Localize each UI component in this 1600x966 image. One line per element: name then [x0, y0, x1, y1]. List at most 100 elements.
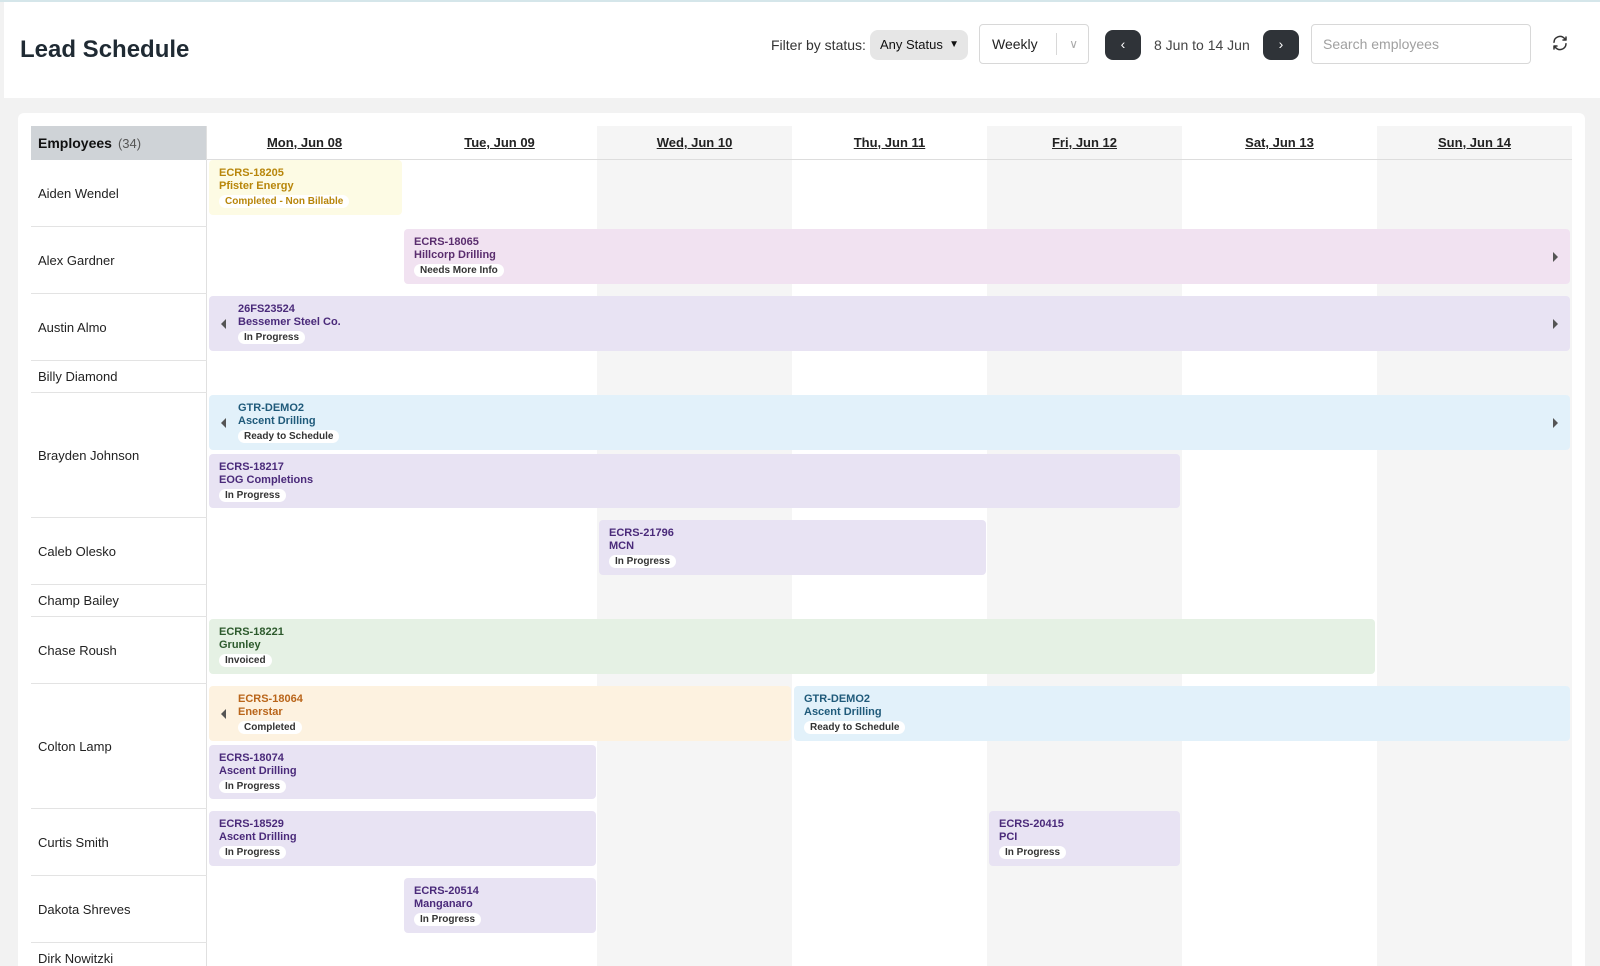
job-client: Ascent Drilling: [238, 415, 316, 427]
next-week-button[interactable]: ›: [1263, 30, 1299, 60]
employee-row: Dakota Shreves: [31, 876, 207, 943]
status-filter-value: Any Status: [880, 37, 943, 52]
select-divider: [1056, 33, 1057, 55]
previous-week-button[interactable]: ‹: [1105, 30, 1141, 60]
job-bar[interactable]: ECRS-18221 Grunley Invoiced: [209, 619, 1375, 674]
employee-name: Aiden Wendel: [38, 185, 119, 201]
job-bar[interactable]: 26FS23524 Bessemer Steel Co. In Progress: [209, 296, 1570, 351]
employee-name: Billy Diamond: [38, 369, 118, 384]
job-status-badge: Ready to Schedule: [804, 721, 906, 734]
job-status-badge: Completed: [238, 721, 302, 734]
job-id: ECRS-21796: [609, 527, 674, 539]
employees-header-label: Employees: [38, 135, 112, 151]
employee-row: Aiden Wendel: [31, 160, 207, 227]
job-bar[interactable]: ECRS-18217 EOG Completions In Progress: [209, 454, 1180, 508]
continues-right-icon[interactable]: [1553, 251, 1558, 262]
job-id: ECRS-18221: [219, 626, 284, 638]
job-status-badge: Ready to Schedule: [238, 430, 340, 443]
job-status-badge: In Progress: [219, 846, 287, 859]
job-id: ECRS-18065: [414, 236, 479, 248]
chevron-down-icon: ∨: [1069, 37, 1078, 51]
employee-row: Champ Bailey: [31, 585, 207, 617]
status-filter-dropdown[interactable]: Any Status ▼: [870, 30, 968, 60]
job-bar[interactable]: ECRS-21796 MCN In Progress: [599, 520, 986, 575]
job-status-badge: Invoiced: [219, 654, 272, 667]
employee-row: Colton Lamp: [31, 684, 207, 809]
job-status-badge: In Progress: [238, 331, 306, 344]
view-mode-select[interactable]: Weekly ∨: [979, 24, 1089, 64]
chevron-down-icon: ▼: [949, 39, 959, 50]
job-id: ECRS-18529: [219, 818, 284, 830]
employee-row: Billy Diamond: [31, 361, 207, 393]
employee-name: Alex Gardner: [38, 252, 115, 268]
job-bar[interactable]: ECRS-18529 Ascent Drilling In Progress: [209, 811, 596, 866]
employee-name: Champ Bailey: [38, 593, 119, 608]
status-filter-label: Filter by status:: [771, 37, 866, 53]
continues-right-icon[interactable]: [1553, 417, 1558, 428]
continues-right-icon[interactable]: [1553, 318, 1558, 329]
employee-name: Dakota Shreves: [38, 901, 131, 917]
chevron-right-icon: ›: [1278, 36, 1284, 52]
job-status-badge: In Progress: [999, 846, 1067, 859]
job-bar[interactable]: ECRS-18205 Pfister Energy Completed - No…: [209, 160, 402, 215]
day-header-wed[interactable]: Wed, Jun 10: [597, 126, 792, 160]
date-range-label: 8 Jun to 14 Jun: [1154, 37, 1250, 53]
job-status-badge: In Progress: [219, 780, 287, 793]
day-header-thu[interactable]: Thu, Jun 11: [792, 126, 987, 160]
employee-row: Brayden Johnson: [31, 393, 207, 518]
employee-name: Colton Lamp: [38, 738, 112, 754]
day-header-mon[interactable]: Mon, Jun 08: [207, 126, 402, 160]
job-id: ECRS-18064: [238, 693, 303, 705]
day-header-tue[interactable]: Tue, Jun 09: [402, 126, 597, 160]
employee-row: Chase Roush: [31, 617, 207, 684]
job-bar[interactable]: GTR-DEMO2 Ascent Drilling Ready to Sched…: [794, 686, 1570, 741]
job-status-badge: In Progress: [609, 555, 677, 568]
employee-row: Dirk Nowitzki: [31, 943, 207, 966]
refresh-icon[interactable]: [1551, 34, 1569, 52]
job-id: ECRS-20514: [414, 885, 479, 897]
employee-row: Curtis Smith: [31, 809, 207, 876]
employees-column-header: Employees (34): [31, 126, 207, 160]
continues-left-icon[interactable]: [221, 708, 226, 719]
job-client: PCI: [999, 831, 1018, 843]
continues-left-icon[interactable]: [221, 318, 226, 329]
job-bar[interactable]: ECRS-18064 Enerstar Completed: [209, 686, 791, 741]
job-id: ECRS-18205: [219, 167, 284, 179]
page-header: Lead Schedule Filter by status: Any Stat…: [4, 2, 1600, 98]
employee-name: Dirk Nowitzki: [38, 951, 114, 966]
job-client: Grunley: [219, 639, 261, 651]
job-bar[interactable]: ECRS-20514 Manganaro In Progress: [404, 878, 596, 933]
employees-count: (34): [117, 136, 142, 151]
job-client: Ascent Drilling: [219, 765, 297, 777]
job-id: GTR-DEMO2: [238, 402, 304, 414]
job-id: 26FS23524: [238, 303, 295, 315]
job-status-badge: Completed - Non Billable: [219, 195, 350, 208]
day-header-sat[interactable]: Sat, Jun 13: [1182, 126, 1377, 160]
job-client: EOG Completions: [219, 474, 314, 486]
job-bar[interactable]: ECRS-20415 PCI In Progress: [989, 811, 1180, 866]
job-id: ECRS-18217: [219, 461, 284, 473]
job-client: Bessemer Steel Co.: [238, 316, 341, 328]
job-status-badge: Needs More Info: [414, 264, 504, 277]
job-id: GTR-DEMO2: [804, 693, 870, 705]
day-header-fri[interactable]: Fri, Jun 12: [987, 126, 1182, 160]
employee-name: Austin Almo: [38, 319, 107, 335]
employee-name: Brayden Johnson: [38, 447, 140, 463]
job-bar[interactable]: GTR-DEMO2 Ascent Drilling Ready to Sched…: [209, 395, 1570, 450]
job-client: Manganaro: [414, 898, 473, 910]
employee-name: Caleb Olesko: [38, 543, 117, 559]
job-id: ECRS-18074: [219, 752, 284, 764]
view-mode-value: Weekly: [992, 36, 1038, 52]
page-title: Lead Schedule: [20, 36, 190, 63]
employee-row: Austin Almo: [31, 294, 207, 361]
job-client: MCN: [609, 540, 635, 552]
job-bar[interactable]: ECRS-18074 Ascent Drilling In Progress: [209, 745, 596, 799]
job-client: Pfister Energy: [219, 180, 294, 192]
job-client: Hillcorp Drilling: [414, 249, 496, 261]
employee-search-input[interactable]: [1311, 24, 1531, 64]
job-id: ECRS-20415: [999, 818, 1064, 830]
continues-left-icon[interactable]: [221, 417, 226, 428]
job-client: Enerstar: [238, 706, 283, 718]
job-bar[interactable]: ECRS-18065 Hillcorp Drilling Needs More …: [404, 229, 1570, 284]
day-header-sun[interactable]: Sun, Jun 14: [1377, 126, 1572, 160]
